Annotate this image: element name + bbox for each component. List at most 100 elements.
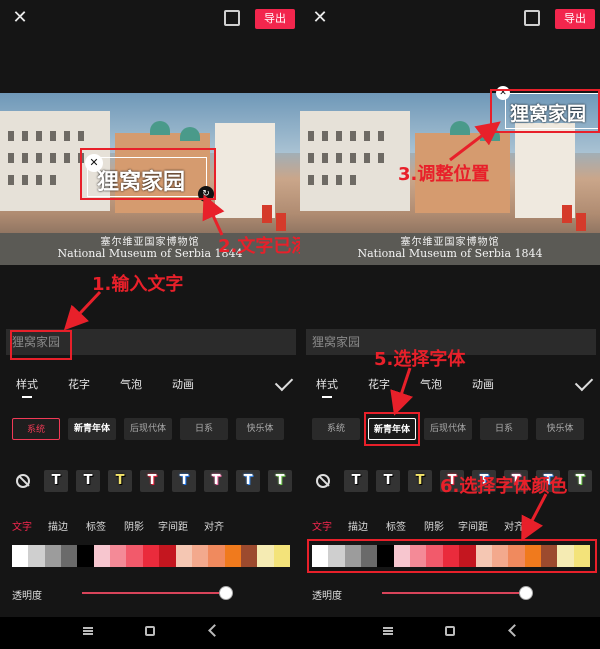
font-houxiandai[interactable]: 后现代体 <box>424 418 472 440</box>
color-swatch[interactable] <box>44 545 62 567</box>
tab-animation[interactable]: 动画 <box>472 376 494 392</box>
text-style-preset[interactable]: T <box>76 470 100 492</box>
subtab-stroke[interactable]: 描边 <box>348 518 368 533</box>
annotation-step3: 3.调整位置 <box>398 164 490 185</box>
color-swatches <box>12 545 291 567</box>
subtab-stroke[interactable]: 描边 <box>48 518 68 533</box>
font-rixi[interactable]: 日系 <box>180 418 228 440</box>
color-swatch[interactable] <box>257 545 275 567</box>
color-swatch[interactable] <box>61 545 78 567</box>
opacity-label: 透明度 <box>312 591 342 602</box>
color-swatch[interactable] <box>77 545 95 567</box>
text-style-preset[interactable]: T <box>44 470 68 492</box>
text-style-preset[interactable]: T <box>408 470 432 492</box>
home-icon[interactable] <box>145 626 155 636</box>
home-icon[interactable] <box>445 626 455 636</box>
subtab-shadow[interactable]: 阴影 <box>124 518 144 533</box>
font-system[interactable]: 系统 <box>12 418 60 440</box>
annotation-step5: 5.选择字体 <box>374 349 466 370</box>
opacity-slider-knob[interactable] <box>518 586 533 600</box>
text-style-preset[interactable]: T <box>344 470 368 492</box>
tab-style[interactable]: 样式 <box>316 376 338 392</box>
tab-fancy-text[interactable]: 花字 <box>68 376 90 392</box>
sub-tab-bar: 文字 描边 标签 阴影 字间距 对齐 <box>300 518 600 534</box>
annotation-box-position <box>490 89 600 133</box>
bus <box>562 205 572 223</box>
fullscreen-icon[interactable] <box>524 10 540 26</box>
system-nav-bar <box>0 617 300 649</box>
subtab-label[interactable]: 标签 <box>86 518 106 533</box>
tab-underline <box>22 396 32 398</box>
font-rixi[interactable]: 日系 <box>480 418 528 440</box>
back-icon[interactable] <box>508 624 521 637</box>
top-bar: ✕ 导出 <box>0 0 300 40</box>
dome <box>450 121 470 135</box>
opacity-slider-track[interactable] <box>82 592 232 594</box>
color-swatch[interactable] <box>12 545 29 567</box>
fullscreen-icon[interactable] <box>224 10 240 26</box>
color-swatch[interactable] <box>159 545 177 567</box>
tab-bubble[interactable]: 气泡 <box>120 376 142 392</box>
opacity-slider-knob[interactable] <box>218 586 233 600</box>
close-icon[interactable]: ✕ <box>10 8 30 28</box>
text-style-preset[interactable]: T <box>140 470 164 492</box>
subtab-align[interactable]: 对齐 <box>204 518 224 533</box>
close-icon[interactable]: ✕ <box>310 8 330 28</box>
annotation-step1: 1.输入文字 <box>92 274 184 295</box>
left-screen: ✕ 导出 塞尔维亚国家博物馆 National Museum of Serbia… <box>0 0 300 649</box>
menu-icon[interactable] <box>383 627 393 635</box>
text-style-preset[interactable]: T <box>376 470 400 492</box>
building-right <box>215 123 275 218</box>
top-bar: ✕ 导出 <box>300 0 600 40</box>
subtab-label[interactable]: 标签 <box>386 518 406 533</box>
tab-bubble[interactable]: 气泡 <box>420 376 442 392</box>
subtab-spacing[interactable]: 字间距 <box>458 518 488 533</box>
text-style-preset[interactable]: T <box>108 470 132 492</box>
bus <box>262 205 272 223</box>
color-swatch[interactable] <box>110 545 127 567</box>
color-swatch[interactable] <box>28 545 46 567</box>
font-system[interactable]: 系统 <box>312 418 360 440</box>
color-swatch[interactable] <box>175 545 193 567</box>
no-style-icon[interactable] <box>316 474 330 488</box>
font-kuaile[interactable]: 快乐体 <box>236 418 284 440</box>
color-swatch[interactable] <box>93 545 111 567</box>
menu-icon[interactable] <box>83 627 93 635</box>
text-style-preset[interactable]: T <box>268 470 292 492</box>
export-button[interactable]: 导出 <box>555 9 595 29</box>
color-swatch[interactable] <box>142 545 160 567</box>
opacity-slider-track[interactable] <box>382 592 532 594</box>
tab-animation[interactable]: 动画 <box>172 376 194 392</box>
color-swatch[interactable] <box>191 545 209 567</box>
color-swatch[interactable] <box>224 545 242 567</box>
color-swatch[interactable] <box>240 545 258 567</box>
export-button[interactable]: 导出 <box>255 9 295 29</box>
no-style-icon[interactable] <box>16 474 30 488</box>
subtab-text[interactable]: 文字 <box>12 518 32 533</box>
annotation-box-input <box>10 330 72 360</box>
font-kuaile[interactable]: 快乐体 <box>536 418 584 440</box>
tab-fancy-text[interactable]: 花字 <box>368 376 390 392</box>
text-style-preset[interactable]: T <box>204 470 228 492</box>
subtab-align[interactable]: 对齐 <box>504 518 524 533</box>
color-swatch[interactable] <box>208 545 226 567</box>
check-icon[interactable] <box>574 372 594 392</box>
subtab-shadow[interactable]: 阴影 <box>424 518 444 533</box>
tab-style[interactable]: 样式 <box>16 376 38 392</box>
subtab-text[interactable]: 文字 <box>312 518 332 533</box>
text-style-preset[interactable]: T <box>568 470 592 492</box>
check-icon[interactable] <box>274 372 294 392</box>
text-style-preset[interactable]: T <box>172 470 196 492</box>
color-swatch[interactable] <box>273 545 291 567</box>
color-swatch[interactable] <box>126 545 144 567</box>
annotation-box-font <box>364 412 420 446</box>
bus <box>276 213 286 231</box>
font-houxiandai[interactable]: 后现代体 <box>124 418 172 440</box>
video-caption-cn: 塞尔维亚国家博物馆 <box>400 237 500 248</box>
text-style-preset[interactable]: T <box>236 470 260 492</box>
annotation-box-text <box>80 148 216 200</box>
annotation-step2: 2.文字已添加 <box>218 236 300 257</box>
subtab-spacing[interactable]: 字间距 <box>158 518 188 533</box>
font-xinqingnian[interactable]: 新青年体 <box>68 418 116 440</box>
back-icon[interactable] <box>208 624 221 637</box>
